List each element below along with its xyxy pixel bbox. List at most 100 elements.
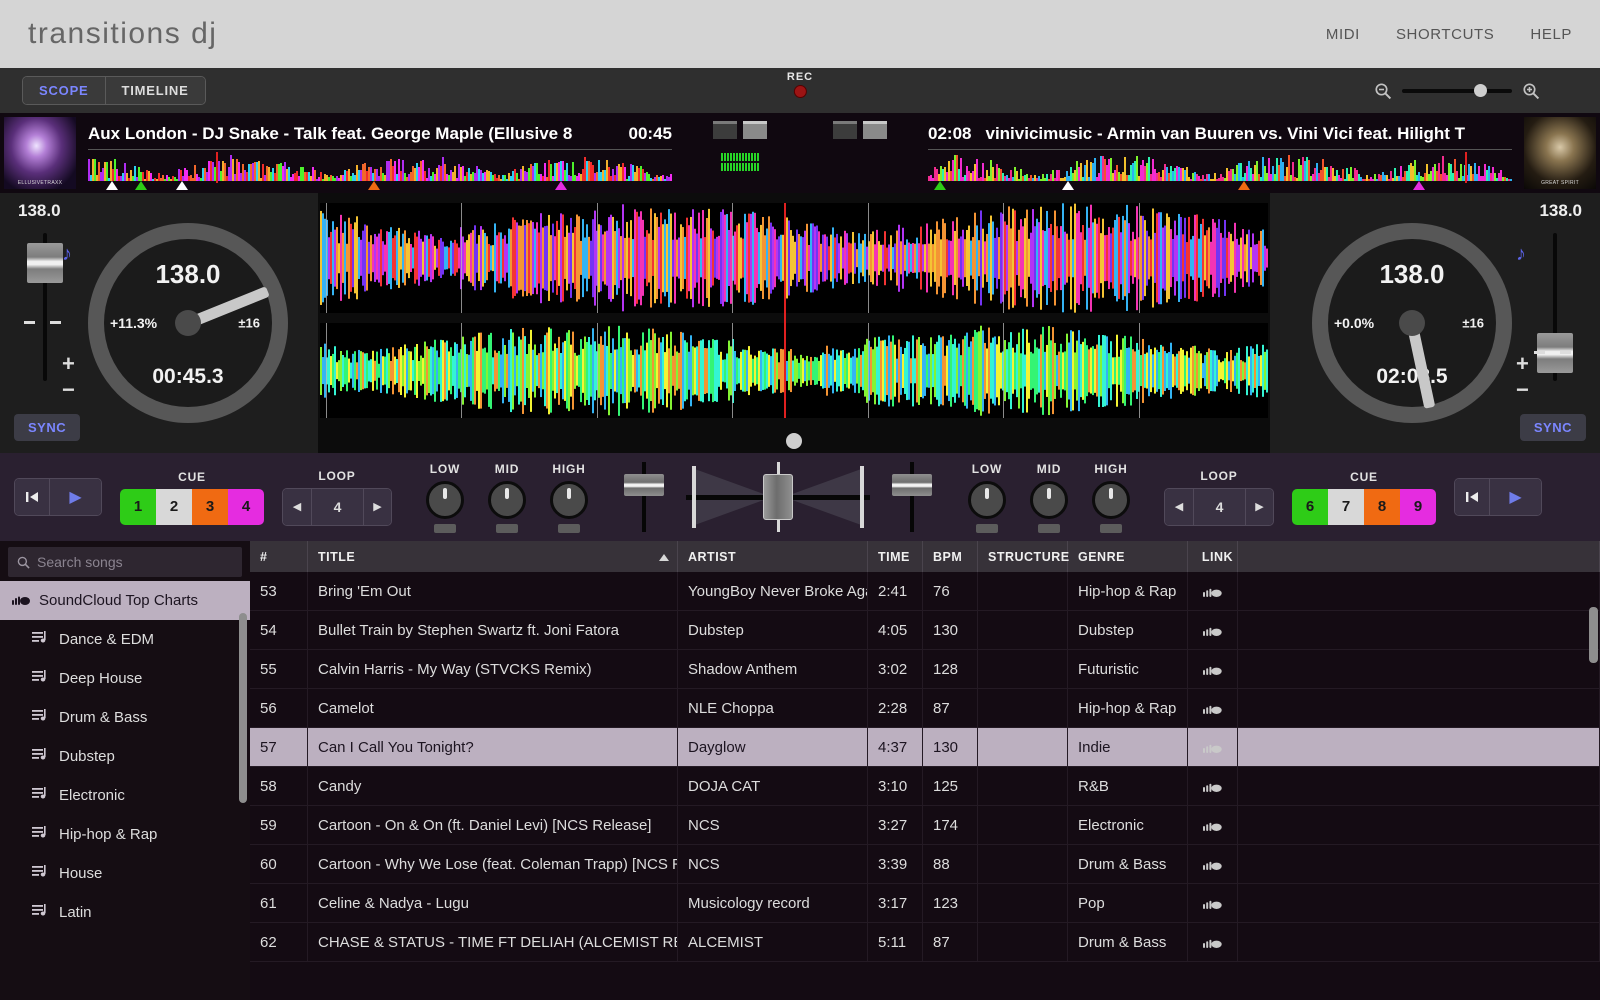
- column-header-number[interactable]: #: [250, 541, 308, 572]
- table-row[interactable]: 58CandyDOJA CAT3:10125R&B: [250, 767, 1600, 806]
- deck-right-platter[interactable]: 138.0 +0.0% ±16 02:08.5: [1312, 223, 1512, 423]
- table-row[interactable]: 57Can I Call You Tonight?Dayglow4:37130I…: [250, 728, 1600, 767]
- tab-timeline[interactable]: TIMELINE: [105, 77, 205, 104]
- column-header-artist[interactable]: ARTIST: [678, 541, 868, 572]
- channel-fader-right[interactable]: [882, 460, 942, 534]
- sidebar-item-drum-bass[interactable]: Drum & Bass: [0, 698, 250, 737]
- soundcloud-link-icon[interactable]: [1188, 572, 1238, 610]
- table-row[interactable]: 60Cartoon - Why We Lose (feat. Coleman T…: [250, 845, 1600, 884]
- table-scrollbar[interactable]: [1589, 607, 1598, 663]
- table-row[interactable]: 54Bullet Train by Stephen Swartz ft. Jon…: [250, 611, 1600, 650]
- record-control[interactable]: REC: [787, 68, 813, 98]
- eq-mid-knob[interactable]: [1030, 481, 1068, 519]
- table-row[interactable]: 62CHASE & STATUS - TIME FT DELIAH (ALCEM…: [250, 923, 1600, 962]
- crossfader[interactable]: [686, 462, 870, 532]
- zoom-out-icon[interactable]: [1374, 82, 1392, 100]
- soundcloud-link-icon[interactable]: [1188, 845, 1238, 883]
- search-box[interactable]: Search songs: [8, 547, 242, 577]
- eq-mid-knob[interactable]: [488, 481, 526, 519]
- eq-high-kill-button[interactable]: [1100, 524, 1122, 533]
- loop-halve-button[interactable]: ◀: [283, 489, 311, 525]
- pitch-fader-handle[interactable]: [27, 243, 63, 283]
- cue-button-2[interactable]: 2: [156, 489, 192, 525]
- soundcloud-link-icon[interactable]: [1188, 689, 1238, 727]
- loop-length-value[interactable]: 4: [1193, 489, 1245, 525]
- eq-low-kill-button[interactable]: [976, 524, 998, 533]
- deck-right-play-button[interactable]: ▶: [1489, 479, 1541, 515]
- column-header-time[interactable]: TIME: [868, 541, 923, 572]
- musical-note-icon[interactable]: ♪: [62, 243, 72, 266]
- soundcloud-link-icon[interactable]: [1188, 728, 1238, 766]
- zoom-slider[interactable]: [1402, 89, 1512, 93]
- deck-left-sync-button[interactable]: SYNC: [14, 414, 80, 441]
- cue-button-8[interactable]: 8: [1364, 489, 1400, 525]
- scope-waveform-bottom[interactable]: [320, 323, 1268, 418]
- eq-low-knob[interactable]: [968, 481, 1006, 519]
- sidebar-scrollbar[interactable]: [239, 613, 247, 803]
- loop-halve-button[interactable]: ◀: [1165, 489, 1193, 525]
- scope-waveform-top[interactable]: [320, 203, 1268, 313]
- eq-high-kill-button[interactable]: [558, 524, 580, 533]
- cue-button-4[interactable]: 4: [228, 489, 264, 525]
- zoom-in-icon[interactable]: [1522, 82, 1540, 100]
- column-header-title[interactable]: TITLE: [308, 541, 678, 572]
- scope-display[interactable]: [318, 193, 1270, 453]
- soundcloud-link-icon[interactable]: [1188, 611, 1238, 649]
- eq-mid-kill-button[interactable]: [1038, 524, 1060, 533]
- deck-right-pitch-fader[interactable]: ♪ + −: [1520, 229, 1590, 409]
- eq-low-knob[interactable]: [426, 481, 464, 519]
- column-header-link[interactable]: LINK: [1188, 541, 1238, 572]
- soundcloud-link-icon[interactable]: [1188, 767, 1238, 805]
- pitch-up-button[interactable]: +: [1516, 355, 1529, 373]
- cue-button-7[interactable]: 7: [1328, 489, 1364, 525]
- deck-right-sync-button[interactable]: SYNC: [1520, 414, 1586, 441]
- sidebar-item-soundcloud-top-charts[interactable]: SoundCloud Top Charts: [0, 581, 250, 620]
- eq-low-kill-button[interactable]: [434, 524, 456, 533]
- eq-high-knob[interactable]: [550, 481, 588, 519]
- channel-fader-left[interactable]: [614, 460, 674, 534]
- sidebar-item-latin[interactable]: Latin: [0, 893, 250, 932]
- pitch-up-button[interactable]: +: [62, 355, 75, 373]
- table-row[interactable]: 61Celine & Nadya - LuguMusicology record…: [250, 884, 1600, 923]
- table-row[interactable]: 55Calvin Harris - My Way (STVCKS Remix)S…: [250, 650, 1600, 689]
- channel-fader-right-handle[interactable]: [892, 474, 932, 496]
- soundcloud-link-icon[interactable]: [1188, 884, 1238, 922]
- soundcloud-link-icon[interactable]: [1188, 923, 1238, 961]
- pitch-down-button[interactable]: −: [62, 381, 75, 399]
- nav-item-help[interactable]: HELP: [1530, 26, 1572, 43]
- sidebar-item-dance-edm[interactable]: Dance & EDM: [0, 620, 250, 659]
- sidebar-item-electronic[interactable]: Electronic: [0, 776, 250, 815]
- sidebar-item-hip-hop-rap[interactable]: Hip-hop & Rap: [0, 815, 250, 854]
- channel-fader-left-handle[interactable]: [624, 474, 664, 496]
- sidebar-item-house[interactable]: House: [0, 854, 250, 893]
- deck-left-platter[interactable]: 138.0 +11.3% ±16 00:45.3: [88, 223, 288, 423]
- deck-pad[interactable]: [833, 121, 857, 139]
- loop-double-button[interactable]: ▶: [363, 489, 391, 525]
- column-header-structure[interactable]: STRUCTURE: [978, 541, 1068, 572]
- soundcloud-link-icon[interactable]: [1188, 650, 1238, 688]
- deck-right-cue-jump-button[interactable]: [1455, 479, 1489, 515]
- crossfader-handle[interactable]: [763, 474, 793, 520]
- scope-scrub-handle[interactable]: [786, 433, 802, 449]
- cue-button-6[interactable]: 6: [1292, 489, 1328, 525]
- table-row[interactable]: 59Cartoon - On & On (ft. Daniel Levi) [N…: [250, 806, 1600, 845]
- deck-pad[interactable]: [863, 121, 887, 139]
- cue-button-1[interactable]: 1: [120, 489, 156, 525]
- tab-scope[interactable]: SCOPE: [23, 77, 105, 104]
- pitch-down-button[interactable]: −: [1516, 381, 1529, 399]
- search-input[interactable]: Search songs: [37, 554, 123, 570]
- record-button[interactable]: [793, 85, 806, 98]
- sidebar-item-dubstep[interactable]: Dubstep: [0, 737, 250, 776]
- deck-right-overview-waveform[interactable]: [928, 149, 1512, 189]
- deck-pad[interactable]: [743, 121, 767, 139]
- musical-note-icon[interactable]: ♪: [1516, 243, 1526, 266]
- deck-left-play-button[interactable]: ▶: [49, 479, 101, 515]
- column-header-genre[interactable]: GENRE: [1068, 541, 1188, 572]
- loop-double-button[interactable]: ▶: [1245, 489, 1273, 525]
- nav-item-midi[interactable]: MIDI: [1326, 26, 1360, 43]
- nav-item-shortcuts[interactable]: SHORTCUTS: [1396, 26, 1494, 43]
- table-row[interactable]: 53Bring 'Em OutYoungBoy Never Broke Agai…: [250, 572, 1600, 611]
- sidebar-item-deep-house[interactable]: Deep House: [0, 659, 250, 698]
- deck-pad[interactable]: [713, 121, 737, 139]
- cue-button-3[interactable]: 3: [192, 489, 228, 525]
